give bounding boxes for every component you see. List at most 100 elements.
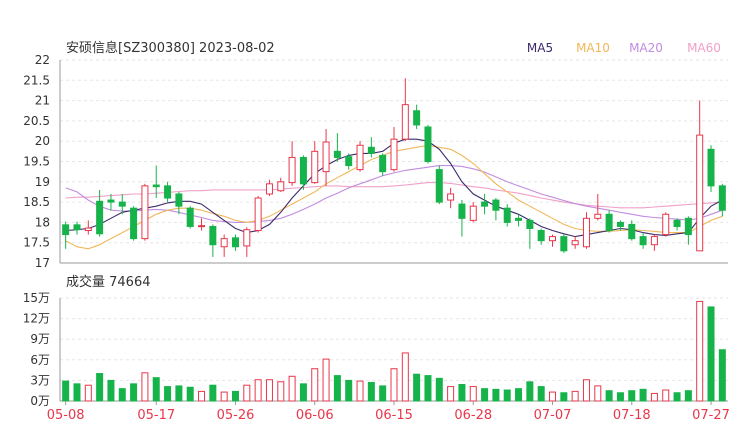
volume-bar (605, 390, 613, 402)
volume-bar (118, 388, 126, 402)
volume-bar (447, 386, 455, 402)
candle-body-down (628, 223, 636, 240)
candle-body-down (560, 236, 568, 252)
volume-bar (515, 388, 523, 402)
candle (231, 234, 239, 251)
date-tick-label: 07-27 (692, 408, 730, 423)
candle (299, 155, 307, 190)
candle-body-down (299, 156, 307, 185)
candle-body-down (367, 146, 375, 154)
candle (390, 126, 398, 172)
volume-bar (322, 358, 330, 402)
candle-body-down (152, 184, 160, 188)
candle-body-down (333, 150, 341, 158)
candle (515, 214, 523, 227)
volume-bar (152, 377, 160, 402)
candle (209, 224, 217, 257)
volume-bar (458, 384, 466, 402)
volume-bar (413, 373, 421, 402)
candle (311, 141, 319, 184)
price-tick-label: 21.5 (23, 73, 50, 87)
price-tick-label: 20.5 (23, 114, 50, 128)
candle-body-down (118, 201, 126, 207)
candle (288, 141, 296, 186)
candle-body-down (96, 200, 104, 235)
volume-bar (84, 384, 92, 402)
candle-body-down (73, 224, 81, 231)
volume-bar (650, 392, 658, 402)
volume-bar (469, 386, 477, 402)
volume-bar (571, 390, 579, 402)
candle-body-up (650, 236, 658, 246)
candle-body-up (696, 134, 704, 252)
candle (684, 216, 692, 245)
date-tick-label: 06-15 (375, 408, 413, 423)
candle-body-up (311, 150, 319, 184)
volume-bar (435, 377, 443, 402)
candle (639, 232, 647, 249)
candle-body-down (164, 185, 172, 199)
volume-bar (481, 388, 489, 402)
candle (594, 193, 602, 221)
candle (447, 187, 455, 209)
volume-bar (130, 383, 138, 402)
candle-body-down (175, 193, 183, 207)
candle-body-up (141, 185, 149, 240)
volume-bar (356, 380, 364, 402)
volume-bar (526, 381, 534, 402)
candle (492, 198, 500, 221)
candle (673, 218, 681, 231)
volume-bar (379, 385, 387, 402)
candle (458, 200, 466, 237)
date-tick-label: 07-07 (534, 408, 572, 423)
candle (367, 137, 375, 158)
candle-body-down (345, 156, 353, 167)
volume-bar (582, 379, 590, 402)
volume-bar (707, 306, 715, 402)
candle (662, 212, 670, 237)
candle-body-down (673, 219, 681, 227)
candle (277, 177, 285, 192)
candle-body-up (447, 193, 455, 201)
price-tick-label: 19 (35, 175, 50, 189)
candle-body-up (288, 156, 296, 184)
candle (435, 165, 443, 205)
candle-body-up (265, 183, 273, 195)
candle (526, 218, 534, 249)
candle (356, 141, 364, 172)
candle-body-down (209, 225, 217, 246)
volume-title: 成交量 74664 (66, 274, 151, 290)
price-tick-label: 18 (35, 215, 50, 229)
candle (571, 236, 579, 249)
volume-bar (277, 381, 285, 402)
candle (107, 193, 115, 211)
volume-grid (60, 297, 728, 381)
candle-body-down (424, 126, 432, 162)
candle (503, 204, 511, 227)
volume-bar (73, 383, 81, 402)
volume-bar (401, 352, 409, 402)
volume-tick-label: 0万 (30, 394, 50, 408)
volume-bar (198, 390, 206, 402)
volume-bar (345, 379, 353, 402)
legend-ma10: MA10 (576, 41, 610, 55)
candle (707, 145, 715, 192)
volume-tick-label: 6万 (30, 353, 50, 367)
candle (549, 234, 557, 247)
candle-body-up (254, 197, 262, 232)
candle-body-down (537, 230, 545, 242)
candle (164, 181, 172, 203)
candle (481, 193, 489, 215)
volume-bar (96, 373, 104, 402)
candle-body-up (390, 138, 398, 171)
candle-body-down (435, 169, 443, 203)
candle-body-up (243, 229, 251, 247)
candle-body-down (130, 207, 138, 240)
candle (254, 196, 262, 233)
volume-tick-label: 9万 (30, 332, 50, 346)
volume-bar (164, 386, 172, 402)
volume-bar (231, 390, 239, 402)
date-tick-label: 05-26 (217, 408, 255, 423)
price-tick-label: 22 (35, 53, 50, 67)
candle-body-down (684, 217, 692, 236)
